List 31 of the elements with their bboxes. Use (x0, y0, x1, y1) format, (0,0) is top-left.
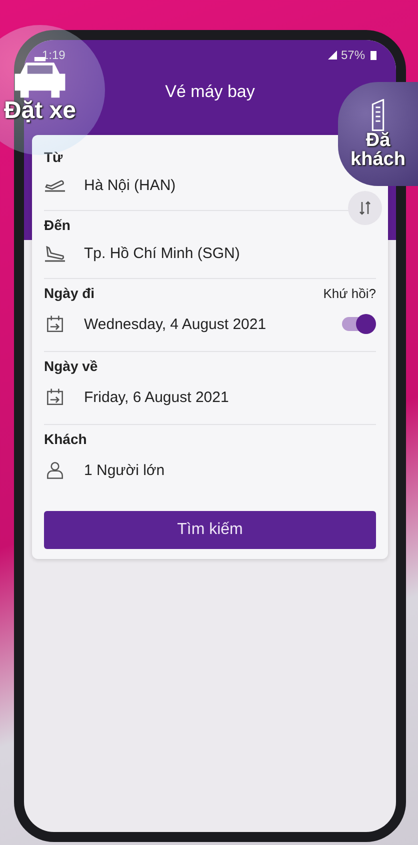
takeoff-icon (44, 179, 66, 192)
search-button[interactable]: Tìm kiếm (44, 511, 376, 549)
destination-value: Tp. Hồ Chí Minh (SGN) (84, 245, 240, 262)
swap-button[interactable] (348, 191, 382, 225)
field-label: Ngày đi (44, 285, 95, 301)
departure-date: Wednesday, 4 August 2021 (84, 316, 266, 332)
field-label: Khách (44, 431, 88, 447)
swap-arrows-icon (359, 200, 371, 216)
calendar-icon (44, 313, 66, 335)
return-date: Friday, 6 August 2021 (84, 388, 229, 406)
passengers-field[interactable]: 1 Người lớn (44, 447, 165, 489)
bubble-label: khách (350, 150, 406, 169)
origin-field[interactable]: Hà Nội (HAN) (44, 165, 176, 202)
round-trip-label: Khứ hồi? (323, 286, 376, 300)
departure-date-field[interactable]: Wednesday, 4 August 2021 (44, 313, 324, 335)
battery-percent: 57% (340, 48, 365, 62)
passengers-value: 1 Người lớn (84, 462, 165, 478)
bubble-label: Đặt xe (4, 99, 76, 123)
landing-icon (44, 246, 66, 262)
calendar-icon (44, 386, 66, 408)
destination-field[interactable]: Tp. Hồ Chí Minh (SGN) (44, 233, 240, 270)
building-icon (371, 99, 385, 131)
bubble-label: Đă (366, 131, 390, 150)
battery-icon (369, 50, 378, 60)
person-icon (44, 459, 66, 481)
screen-title: Vé máy bay (164, 82, 256, 102)
signal-icon (328, 50, 337, 60)
origin-value: Hà Nội (HAN) (84, 177, 176, 194)
field-label: Đến (44, 217, 72, 233)
return-date-field[interactable]: Friday, 6 August 2021 (44, 374, 229, 416)
field-label: Ngày về (44, 358, 99, 374)
